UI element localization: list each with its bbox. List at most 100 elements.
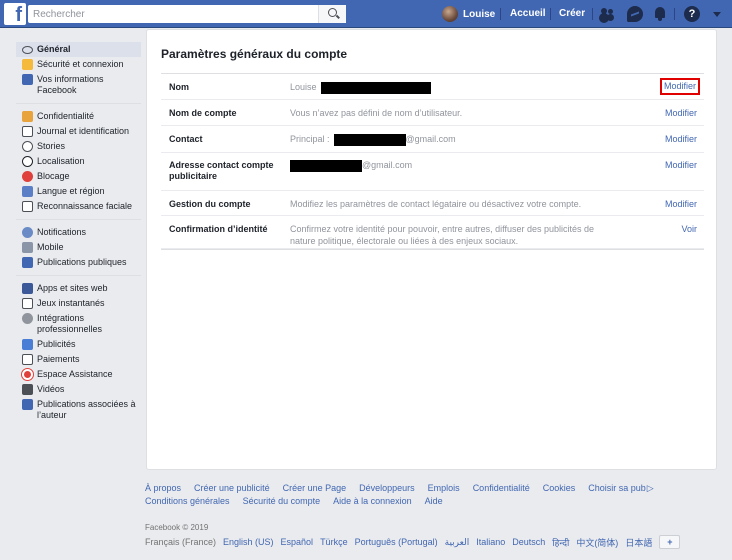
sidebar-item-mobile[interactable]: Mobile: [16, 240, 141, 255]
messenger-icon[interactable]: [627, 6, 643, 22]
language-link[interactable]: Português (Portugal): [355, 537, 438, 547]
payments-icon: [22, 354, 33, 365]
language-link[interactable]: Español: [281, 537, 314, 547]
copyright: Facebook © 2019: [145, 523, 209, 532]
language-link[interactable]: Türkçe: [320, 537, 348, 547]
sidebar-item-payments[interactable]: Paiements: [16, 352, 141, 367]
footer-link[interactable]: À propos: [145, 482, 181, 495]
globe-icon: [22, 227, 33, 238]
sidebar-item-shield[interactable]: Sécurité et connexion: [16, 57, 141, 72]
footer-link[interactable]: Développeurs: [359, 482, 415, 495]
sidebar-item-timeline[interactable]: Journal et identification: [16, 124, 141, 139]
settings-row: Gestion du compte Modifiez les paramètres…: [161, 191, 704, 216]
sidebar-item-apps[interactable]: Apps et sites web: [16, 281, 141, 296]
language-link[interactable]: العربية: [445, 537, 470, 548]
sidebar-item-rss[interactable]: Publications publiques: [16, 255, 141, 270]
footer-links-secondary: Conditions générales Sécurité du compte Ai…: [145, 495, 705, 508]
create-link[interactable]: Créer: [559, 8, 585, 19]
sidebar-item-label: Général: [37, 44, 71, 54]
redacted-block: [333, 133, 406, 146]
sidebar-item-face[interactable]: Reconnaissance faciale: [16, 199, 141, 214]
account-menu-chevron-down-icon[interactable]: [713, 12, 721, 17]
sidebar-item-language[interactable]: Langue et région: [16, 184, 141, 199]
settings-row-label: Nom: [169, 82, 189, 92]
edit-button[interactable]: Modifier: [659, 78, 700, 95]
footer-link[interactable]: Cookies: [543, 482, 576, 495]
settings-row: Contact Principal : @gmail.com Modifier: [161, 126, 704, 153]
sidebar-item-stories[interactable]: Stories: [16, 139, 141, 154]
settings-row: Nom de compte Vous n’avez pas défini de n…: [161, 100, 704, 126]
search-input[interactable]: [28, 5, 346, 23]
language-selector: Français (France) English (US) Español Türk…: [145, 535, 687, 549]
friend-requests-icon[interactable]: [599, 6, 615, 22]
home-link[interactable]: Accueil: [510, 8, 546, 19]
language-link[interactable]: हिन्दी: [552, 536, 569, 549]
sidebar-item-globe[interactable]: Notifications: [16, 225, 141, 240]
notifications-bell-icon[interactable]: [652, 6, 668, 22]
nav-divider: [674, 8, 675, 20]
search-button[interactable]: [318, 5, 346, 23]
sidebar-item-label: Jeux instantanés: [37, 298, 105, 308]
language-link[interactable]: English (US): [223, 537, 274, 547]
edit-button[interactable]: Modifier: [665, 199, 697, 210]
divider: [161, 249, 704, 250]
sidebar-item-integrations[interactable]: Intégrations professionnelles: [16, 311, 141, 337]
sidebar-item-label: Vidéos: [37, 384, 65, 394]
settings-row: Nom Louise Modifier: [161, 74, 704, 100]
sidebar-item-support[interactable]: Espace Assistance: [16, 367, 141, 382]
language-link[interactable]: Deutsch: [512, 537, 545, 547]
sidebar-item-ads[interactable]: Publicités: [16, 337, 141, 352]
integrations-icon: [22, 313, 33, 324]
settings-row-value-suffix: @gmail.com: [405, 134, 456, 144]
sidebar-item-label: Publicités: [37, 339, 76, 349]
edit-button[interactable]: Modifier: [665, 160, 697, 171]
help-icon[interactable]: ?: [684, 6, 700, 22]
footer-link[interactable]: Créer une publicité: [194, 482, 270, 495]
settings-row-value-suffix: @gmail.com: [362, 160, 413, 170]
view-button[interactable]: Voir: [681, 224, 697, 235]
sidebar-item-lock[interactable]: Confidentialité: [16, 109, 141, 124]
settings-row-label: Adresse contact compte publicitaire: [169, 160, 274, 181]
footer-link[interactable]: Conditions générales: [145, 495, 230, 508]
sidebar-item-location[interactable]: Localisation: [16, 154, 141, 169]
sidebar-item-label: Publications publiques: [37, 257, 127, 267]
top-bar: f Louise Accueil Créer ?: [0, 0, 732, 28]
sidebar-item-block[interactable]: Blocage: [16, 169, 141, 184]
ads-icon: [22, 339, 33, 350]
adchoices-icon[interactable]: ▷: [647, 482, 654, 495]
sidebar-item-facebook[interactable]: Vos informations Facebook: [16, 72, 141, 98]
facebook-logo-icon[interactable]: f: [4, 3, 26, 25]
footer-links-primary: À propos Créer une publicité Créer une Pag…: [145, 482, 705, 495]
footer-link[interactable]: Créer une Page: [283, 482, 347, 495]
edit-button[interactable]: Modifier: [665, 134, 697, 145]
settings-row-label: Nom de compte: [169, 108, 237, 118]
footer-link[interactable]: Confidentialité: [473, 482, 530, 495]
settings-row-value: Confirmez votre identité pour pouvoir, e…: [290, 223, 620, 247]
footer-link[interactable]: Sécurité du compte: [243, 495, 321, 508]
sidebar-item-video[interactable]: Vidéos: [16, 382, 141, 397]
settings-sidebar: Général Sécurité et connexion Vos informat…: [16, 42, 141, 423]
settings-row-value-text: Modifiez les paramètres de contact légat…: [290, 199, 582, 209]
sidebar-item-label: Paiements: [37, 354, 80, 364]
footer-link[interactable]: Aide à la connexion: [333, 495, 412, 508]
settings-row-label: Gestion du compte: [169, 199, 251, 209]
profile-link[interactable]: Louise: [442, 5, 495, 23]
footer-link[interactable]: Choisir sa pub: [588, 482, 646, 495]
sidebar-divider: [16, 219, 141, 220]
language-link[interactable]: 中文(简体): [576, 536, 618, 549]
redacted-block: [290, 159, 362, 172]
support-icon: [22, 369, 33, 380]
facebook-icon: [22, 74, 33, 85]
edit-button[interactable]: Modifier: [665, 108, 697, 119]
sidebar-item-gear[interactable]: Général: [16, 42, 141, 57]
language-link[interactable]: Italiano: [476, 537, 505, 547]
settings-row-label: Contact: [169, 134, 203, 144]
footer-link[interactable]: Aide: [425, 495, 443, 508]
add-language-button[interactable]: +: [659, 535, 681, 549]
footer-link[interactable]: Emplois: [428, 482, 460, 495]
search-icon: [328, 8, 337, 17]
sidebar-item-author[interactable]: Publications associées à l’auteur: [16, 397, 141, 423]
language-link[interactable]: 日本語: [625, 536, 652, 549]
sidebar-item-games[interactable]: Jeux instantanés: [16, 296, 141, 311]
sidebar-item-label: Blocage: [37, 171, 70, 181]
